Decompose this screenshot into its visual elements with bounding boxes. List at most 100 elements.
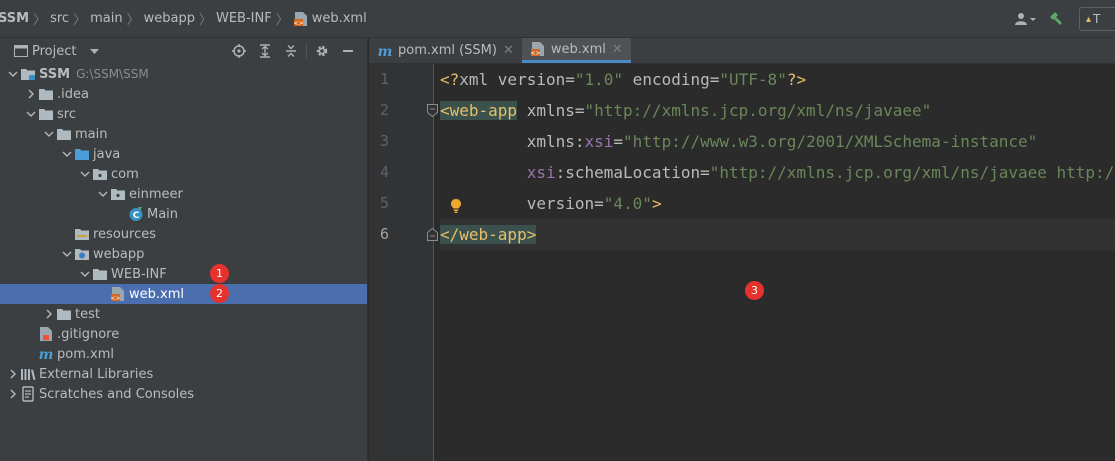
code-token: <web-app: [440, 101, 518, 120]
chevron-down-icon[interactable]: [42, 124, 56, 144]
code-token: =: [565, 70, 575, 89]
hammer-icon: [1050, 12, 1062, 25]
line-number: 3: [379, 132, 389, 150]
chevron-down-icon[interactable]: [60, 244, 74, 264]
tree-item-label: .gitignore: [57, 326, 120, 342]
annotation-badge-1: 1: [210, 264, 229, 283]
chevron-right-icon[interactable]: [6, 364, 20, 384]
chevron-right-icon[interactable]: [42, 304, 56, 324]
chevron-down-icon[interactable]: [6, 64, 20, 84]
breadcrumb-item[interactable]: <> web.xml: [293, 11, 367, 27]
chevron-down-icon[interactable]: [78, 164, 92, 184]
code-token: "UTF-8": [719, 70, 787, 89]
breadcrumb-label: SSM: [0, 11, 30, 26]
close-icon[interactable]: ✕: [612, 42, 623, 57]
breadcrumb-item[interactable]: webapp: [144, 11, 195, 26]
code-token: :: [574, 132, 585, 151]
svg-text:C: C: [133, 211, 140, 221]
fold-marker-icon[interactable]: [427, 104, 438, 118]
navbar-actions: ▴ T: [1011, 0, 1115, 38]
code-token: "http://xmlns.jcp.org/xml/ns/javaee": [584, 101, 932, 120]
folder-icon: [92, 266, 108, 282]
code-line: xsi:schemaLocation="http://xmlns.jcp.org…: [440, 157, 1115, 188]
chevron-down-icon[interactable]: [60, 144, 74, 164]
code-token: xsi: [440, 163, 556, 182]
tree-item-gitignore[interactable]: .gitignore: [0, 324, 367, 344]
web-folder-icon: [74, 246, 90, 262]
locate-button[interactable]: [226, 38, 252, 64]
chevron-right-icon[interactable]: [24, 84, 38, 104]
settings-button[interactable]: [309, 38, 335, 64]
breadcrumb-item[interactable]: src: [50, 11, 69, 26]
tree-item-external-libraries[interactable]: External Libraries: [0, 364, 367, 384]
tree-item-ssm[interactable]: SSM G:\SSM\SSM: [0, 64, 367, 84]
source-folder-icon: [74, 146, 90, 162]
collapse-all-button[interactable]: [278, 38, 304, 64]
tree-item-com[interactable]: com: [0, 164, 367, 184]
breadcrumb-label: main: [90, 11, 123, 26]
tree-item-label: src: [57, 106, 76, 122]
tab-web-xml[interactable]: <> web.xml ✕: [521, 38, 631, 63]
line-number: 5: [379, 194, 389, 212]
chevron-down-icon: [90, 44, 100, 59]
xml-file-icon: <>: [110, 286, 126, 302]
tree-item-web-inf[interactable]: WEB-INF 1: [0, 264, 367, 284]
tree-item-label: .idea: [57, 86, 89, 102]
code-token: encoding: [623, 70, 710, 89]
tree-item-idea[interactable]: .idea: [0, 84, 367, 104]
account-button[interactable]: [1011, 6, 1041, 32]
build-button[interactable]: [1041, 6, 1071, 32]
package-icon: [92, 166, 108, 182]
tree-item-scratches-and-consoles[interactable]: Scratches and Consoles: [0, 384, 367, 404]
close-icon[interactable]: ✕: [503, 43, 514, 58]
breadcrumb-item[interactable]: WEB-INF: [216, 11, 272, 26]
libraries-icon: [20, 366, 36, 382]
tree-item-java[interactable]: java: [0, 144, 367, 164]
gitignore-file-icon: [38, 326, 54, 342]
tree-item-label: SSM: [39, 66, 71, 82]
tree-item-src[interactable]: src: [0, 104, 367, 124]
tree-item-webapp[interactable]: webapp: [0, 244, 367, 264]
svg-text:m: m: [378, 44, 393, 59]
project-window-icon: [14, 45, 28, 57]
tree-item-label: web.xml: [129, 286, 184, 302]
tree-item-einmeer[interactable]: einmeer: [0, 184, 367, 204]
scratches-icon: [20, 386, 36, 402]
run-configuration-select[interactable]: ▴ T: [1079, 7, 1115, 31]
tree-item-main[interactable]: C Main: [0, 204, 367, 224]
chevron-down-icon[interactable]: [78, 264, 92, 284]
locate-icon: [232, 44, 246, 58]
folder-icon: [38, 86, 54, 102]
hide-button[interactable]: [335, 38, 361, 64]
breadcrumb-item[interactable]: SSM: [0, 11, 29, 26]
editor-tab-bar: m pom.xml (SSM) ✕ <> web.xml ✕: [369, 38, 1115, 64]
tree-item-pom-xml[interactable]: m pom.xml: [0, 344, 367, 364]
tab-pom-xml[interactable]: m pom.xml (SSM) ✕: [369, 38, 522, 63]
code-token: "1.0": [574, 70, 624, 89]
annotation-badge-3: 3: [745, 281, 764, 300]
tree-item-label: test: [75, 306, 100, 322]
expand-all-button[interactable]: [252, 38, 278, 64]
breadcrumb-separator: 〉: [275, 13, 289, 28]
code-token: "http://xmlns.jcp.org/xml/ns/javaee http…: [709, 163, 1115, 182]
code-editor[interactable]: 123456 <?xml version="1.0" encoding="UTF…: [369, 64, 1115, 461]
tree-item-main[interactable]: main: [0, 124, 367, 144]
tree-item-resources[interactable]: resources: [0, 224, 367, 244]
chevron-down-icon[interactable]: [24, 104, 38, 124]
breadcrumb-item[interactable]: main: [90, 11, 122, 26]
fold-marker-icon[interactable]: [427, 227, 438, 241]
breadcrumb-separator: 〉: [198, 13, 212, 28]
tree-item-label: WEB-INF: [111, 266, 167, 282]
tree-item-label: java: [93, 146, 121, 162]
tree-item-web-xml[interactable]: <> web.xml 2: [0, 284, 367, 304]
code-area[interactable]: <?xml version="1.0" encoding="UTF-8"?> <w…: [440, 64, 1115, 461]
project-view-select[interactable]: Project: [14, 44, 100, 59]
tree-item-test[interactable]: test: [0, 304, 367, 324]
tree-item-label: einmeer: [129, 186, 183, 202]
chevron-right-icon[interactable]: [6, 384, 20, 404]
chevron-down-icon[interactable]: [96, 184, 110, 204]
